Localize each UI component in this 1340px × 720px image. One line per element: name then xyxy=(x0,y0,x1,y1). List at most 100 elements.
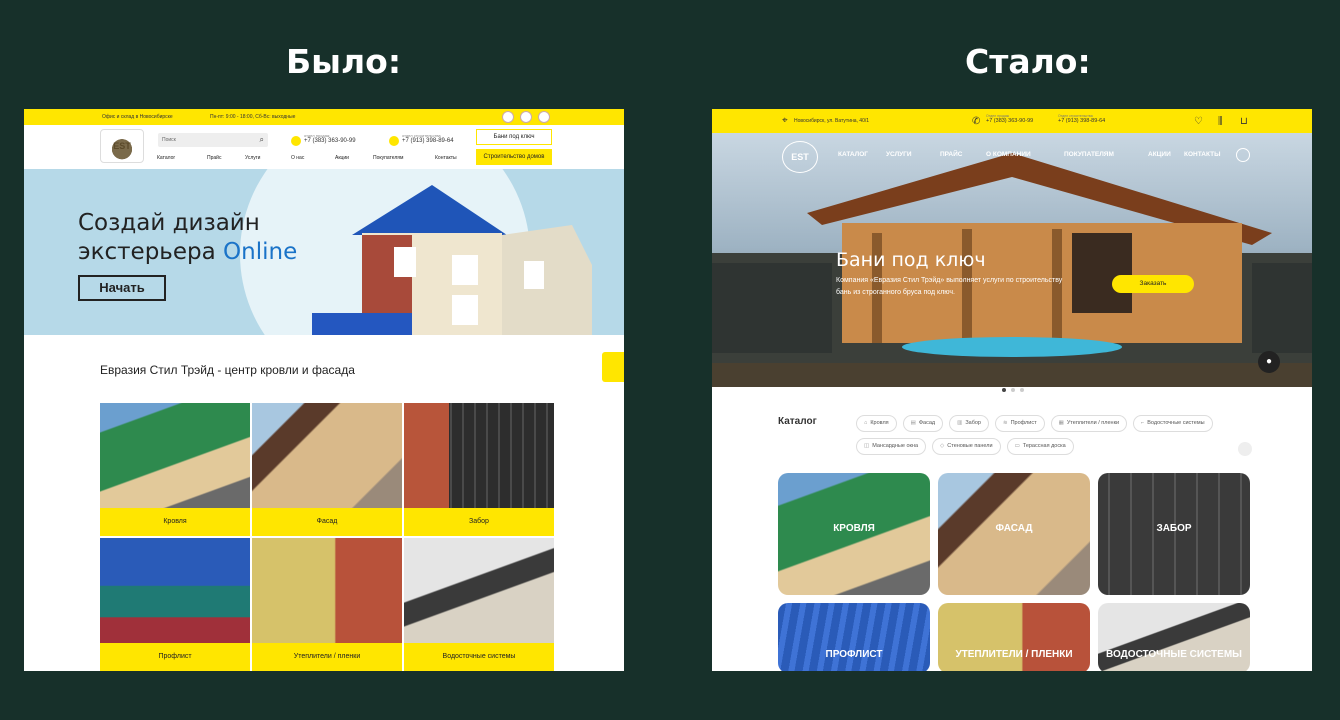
phone-icon: ✆ xyxy=(972,116,981,127)
chip-icon: ≋ xyxy=(1002,420,1008,426)
new-category-card[interactable]: ФАСАД xyxy=(938,473,1090,595)
category-image xyxy=(252,538,402,643)
start-button[interactable]: Начать xyxy=(78,275,166,301)
chip-label: Фасад xyxy=(918,420,936,426)
menu-item[interactable]: Контакты xyxy=(435,155,475,161)
category-label: Профлист xyxy=(100,643,250,671)
phone-number: +7 (383) 363-90-99 xyxy=(304,138,356,144)
slider-dots xyxy=(1002,388,1024,392)
nav-item[interactable]: ПРАЙС xyxy=(940,151,986,158)
chip-icon: ◇ xyxy=(940,443,945,449)
old-category-card[interactable]: Водосточные системы xyxy=(404,538,554,671)
old-search-input[interactable]: Поиск ⌕ xyxy=(158,133,268,147)
new-category-card[interactable]: УТЕПЛИТЕЛИ / ПЛЕНКИ xyxy=(938,603,1090,671)
catalog-chip[interactable]: ▦ Утеплители / пленки xyxy=(1050,415,1128,432)
banner-line1: Создай дизайн xyxy=(78,210,260,236)
compare-icon[interactable] xyxy=(520,111,532,123)
nav-item[interactable]: АКЦИИ xyxy=(1148,151,1184,158)
old-menu: Каталог Прайс Услуги О нас Акции Покупат… xyxy=(157,155,475,161)
catalog-chip[interactable]: ◇ Стеновые панели xyxy=(932,438,1001,455)
chip-icon: ⌂ xyxy=(864,420,868,426)
menu-item[interactable]: Акции xyxy=(335,155,373,161)
new-address[interactable]: Новосибирск, ул. Ватутина, 40/1 xyxy=(794,118,869,124)
search-icon[interactable]: ⌕ xyxy=(260,135,264,145)
catalog-chip[interactable]: ▥ Забор xyxy=(949,415,989,432)
category-image xyxy=(404,538,554,643)
chip-label: Стеновые панели xyxy=(947,443,993,449)
callback-tab[interactable] xyxy=(602,352,624,382)
slider-dot[interactable] xyxy=(1002,388,1006,392)
chip-icon: ▦ xyxy=(1058,420,1064,426)
baths-button[interactable]: Бани под ключ xyxy=(476,129,552,145)
slider-dot[interactable] xyxy=(1020,388,1024,392)
nav-item[interactable]: КАТАЛОГ xyxy=(838,151,886,158)
chip-label: Кровля xyxy=(870,420,889,426)
old-logo[interactable]: EST xyxy=(100,129,144,163)
catalog-chip[interactable]: ◫ Мансардные окна xyxy=(856,438,927,455)
new-phone-construction[interactable]: Отдел строительства +7 (913) 398-89-64 xyxy=(1058,114,1105,124)
chip-label: Водосточные системы xyxy=(1147,420,1205,426)
category-label: Фасад xyxy=(252,508,402,536)
chip-label: Утеплители / пленки xyxy=(1066,420,1120,426)
catalog-chip[interactable]: ⌐ Водосточные системы xyxy=(1133,415,1213,432)
nav-item[interactable]: О КОМПАНИИ xyxy=(986,151,1064,158)
old-category-card[interactable]: Кровля xyxy=(100,403,250,536)
chip-icon: ▤ xyxy=(910,420,916,426)
catalog-chip[interactable]: ▭ Терассная доска xyxy=(1006,438,1074,455)
order-button[interactable]: Заказать xyxy=(1112,275,1194,293)
new-phone-sales[interactable]: Отдел продаж +7 (383) 363-90-99 xyxy=(986,114,1033,124)
phone-icon xyxy=(291,136,301,146)
new-logo[interactable]: EST xyxy=(782,141,818,173)
category-label: ЗАБОР xyxy=(1156,523,1192,534)
chip-icon: ⌐ xyxy=(1141,420,1145,426)
category-label: Забор xyxy=(404,508,554,536)
old-category-card[interactable]: Утеплители / пленки xyxy=(252,538,402,671)
chip-icon: ◫ xyxy=(864,443,870,449)
chat-icon[interactable]: ● xyxy=(1258,351,1280,373)
nav-item[interactable]: КОНТАКТЫ xyxy=(1184,151,1234,158)
category-image xyxy=(252,403,402,508)
nav-item[interactable]: ПОКУПАТЕЛЯМ xyxy=(1064,151,1148,158)
chip-label: Забор xyxy=(965,420,981,426)
old-banner: Создай дизайн экстерьера Online Начать xyxy=(24,169,624,335)
heart-icon[interactable] xyxy=(502,111,514,123)
house-illustration xyxy=(312,185,592,335)
category-label: ВОДОСТОЧНЫЕ СИСТЕМЫ xyxy=(1106,649,1242,660)
new-nav: КАТАЛОГ УСЛУГИ ПРАЙС О КОМПАНИИ ПОКУПАТЕ… xyxy=(838,151,1234,158)
slider-dot[interactable] xyxy=(1011,388,1015,392)
hero-title: Бани под ключ xyxy=(836,249,986,271)
old-phone-construction[interactable]: отдел строительства +7 (913) 398-89-64 xyxy=(389,133,454,146)
menu-item[interactable]: Услуги xyxy=(245,155,291,161)
search-icon[interactable] xyxy=(1236,148,1250,162)
menu-item[interactable]: Покупателям xyxy=(373,155,435,161)
new-category-card[interactable]: КРОВЛЯ xyxy=(778,473,930,595)
old-category-card[interactable]: Фасад xyxy=(252,403,402,536)
old-category-card[interactable]: Забор xyxy=(404,403,554,536)
catalog-chip[interactable]: ▤ Фасад xyxy=(902,415,944,432)
nav-item[interactable]: УСЛУГИ xyxy=(886,151,940,158)
new-category-card[interactable]: ПРОФЛИСТ xyxy=(778,603,930,671)
old-phone-sales[interactable]: отдел продаж +7 (383) 363-90-99 xyxy=(291,133,356,146)
heart-icon[interactable]: ♡ xyxy=(1194,116,1203,127)
new-category-card[interactable]: ЗАБОР xyxy=(1098,473,1250,595)
catalog-chip[interactable]: ≋ Профлист xyxy=(994,415,1045,432)
chevron-right-icon[interactable] xyxy=(1238,442,1252,456)
location-pin-icon: ⌖ xyxy=(782,115,788,126)
category-label: ПРОФЛИСТ xyxy=(825,649,883,660)
cart-icon[interactable] xyxy=(538,111,550,123)
new-category-grid: КРОВЛЯ ФАСАД ЗАБОР ПРОФЛИСТ УТЕПЛИТЕЛИ /… xyxy=(778,473,1252,671)
catalog-chip[interactable]: ⌂ Кровля xyxy=(856,415,897,432)
menu-item[interactable]: Каталог xyxy=(157,155,207,161)
category-image xyxy=(100,403,250,508)
old-category-card[interactable]: Профлист xyxy=(100,538,250,671)
category-label: Утеплители / пленки xyxy=(252,643,402,671)
menu-item[interactable]: Прайс xyxy=(207,155,245,161)
category-image xyxy=(404,403,554,508)
old-office-text: Офис и склад в Новосибирске xyxy=(102,114,173,120)
construction-button[interactable]: Строительство домов xyxy=(476,149,552,165)
phone-number: +7 (913) 398-89-64 xyxy=(1058,118,1106,124)
menu-item[interactable]: О нас xyxy=(291,155,335,161)
cart-icon[interactable]: ⊔ xyxy=(1240,116,1248,127)
new-category-card[interactable]: ВОДОСТОЧНЫЕ СИСТЕМЫ xyxy=(1098,603,1250,671)
compare-icon[interactable]: ⫼ xyxy=(1218,116,1223,127)
